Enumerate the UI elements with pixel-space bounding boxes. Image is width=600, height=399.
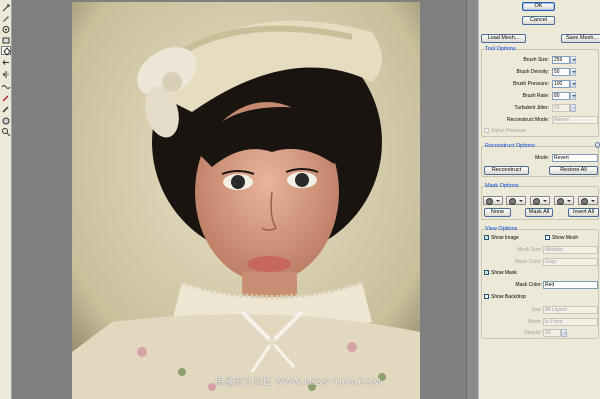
backdrop-mode-label: Mode: (528, 319, 542, 325)
invert-selection-icon[interactable] (578, 196, 598, 205)
subtract-from-selection-icon[interactable] (530, 196, 550, 205)
backdrop-opacity-label: Opacity: (523, 330, 542, 336)
reconstruct-options-title: Reconstruct Options (485, 143, 535, 149)
bloat-icon[interactable] (1, 46, 11, 56)
show-image-checkbox[interactable]: ✓ (484, 235, 489, 241)
reconstruct-button[interactable]: Reconstruct (484, 166, 529, 175)
brush-pressure-input[interactable]: 100 (552, 80, 570, 88)
mask-none-button[interactable]: None (484, 208, 511, 217)
brush-pressure-dropdown[interactable] (570, 80, 576, 88)
info-icon (595, 142, 600, 148)
view-options-title: View Options (485, 226, 518, 232)
invert-all-button[interactable]: Invert All (568, 208, 599, 217)
brush-size-label: Brush Size: (523, 57, 549, 63)
turbulent-jitter-input: 50 (552, 104, 570, 112)
reconstruct-mode-select-2[interactable]: Revert (552, 154, 598, 162)
brush-pressure-label: Brush Pressure: (513, 81, 549, 87)
load-mesh-button[interactable]: Load Mesh... (481, 34, 526, 43)
twirl-icon[interactable] (1, 25, 11, 34)
reconstruct-icon[interactable] (1, 14, 11, 23)
cancel-button[interactable]: Cancel (522, 16, 555, 25)
turbulent-jitter-label: Turbulent Jitter: (514, 105, 549, 111)
mesh-size-select: Medium (543, 246, 598, 254)
reconstruct-mode-label: Reconstruct Mode: (507, 117, 549, 123)
brush-density-input[interactable]: 50 (552, 68, 570, 76)
zoom-icon[interactable] (1, 127, 11, 136)
show-mask-label: Show Mask (491, 270, 517, 276)
mask-color-label: Mask Color: (515, 282, 542, 288)
backdrop-opacity-input: 50 (543, 329, 561, 337)
canvas-area[interactable] (12, 0, 478, 399)
reconstruct-mode-select: Revert (552, 116, 598, 124)
preview-image[interactable] (72, 2, 420, 399)
reconstruct-mode-label-2: Mode: (535, 155, 549, 161)
mask-options-title: Mask Options (485, 183, 519, 189)
brush-size-dropdown[interactable] (570, 56, 576, 64)
freeze-mask-icon[interactable] (1, 94, 11, 103)
show-mesh-checkbox[interactable] (545, 235, 550, 240)
ok-button[interactable]: OK (522, 2, 555, 11)
brush-density-label: Brush Density: (516, 69, 549, 75)
hand-icon[interactable] (1, 116, 11, 125)
backdrop-use-select: All Layers (543, 306, 598, 314)
brush-rate-dropdown[interactable] (570, 92, 576, 100)
show-backdrop-label: Show Backdrop (491, 294, 527, 300)
backdrop-opacity-dropdown (561, 329, 567, 337)
turbulent-jitter-dropdown (570, 104, 576, 112)
mask-all-button[interactable]: Mask All (525, 208, 553, 217)
mirror-icon[interactable] (1, 70, 11, 79)
show-mask-checkbox[interactable]: ✓ (484, 270, 489, 276)
mask-color-select[interactable]: Red (543, 281, 598, 289)
stylus-pressure-checkbox (484, 128, 489, 133)
show-backdrop-checkbox[interactable] (484, 294, 489, 299)
intersect-selection-icon[interactable] (554, 196, 574, 205)
tool-options-title: Tool Options (485, 46, 516, 52)
brush-rate-label: Brush Rate: (522, 93, 549, 99)
stylus-pressure-label: Stylus Pressure (491, 128, 527, 134)
brush-density-dropdown[interactable] (570, 68, 576, 76)
show-mesh-label: Show Mesh (552, 235, 579, 241)
brush-size-input[interactable]: 259 (552, 56, 570, 64)
add-to-selection-icon[interactable] (506, 196, 526, 205)
pucker-icon[interactable] (1, 36, 11, 45)
options-panel: OK Cancel Load Mesh... Save Mesh... Tool… (478, 0, 600, 399)
save-mesh-button[interactable]: Save Mesh... (561, 34, 600, 43)
watermark-text: 思缘设计论坛 WWW.MISSYUAN.COM (215, 377, 381, 387)
thaw-mask-icon[interactable] (1, 105, 11, 114)
backdrop-use-label: Use: (531, 307, 542, 313)
mesh-color-select: Gray (543, 258, 598, 266)
turbulence-icon[interactable] (1, 82, 11, 91)
brush-rate-input[interactable]: 80 (552, 92, 570, 100)
mesh-color-label: Mesh Color: (515, 259, 542, 265)
replace-selection-icon[interactable] (483, 196, 503, 205)
backdrop-mode-select: In Front (543, 318, 598, 326)
restore-all-button[interactable]: Restore All (549, 166, 598, 175)
forward-warp-icon[interactable] (1, 3, 11, 12)
panel-divider (466, 0, 478, 399)
show-image-label: Show Image (491, 235, 519, 241)
mesh-size-label: Mesh Size: (517, 247, 542, 253)
push-left-icon[interactable] (1, 58, 11, 67)
tool-strip (0, 0, 12, 399)
